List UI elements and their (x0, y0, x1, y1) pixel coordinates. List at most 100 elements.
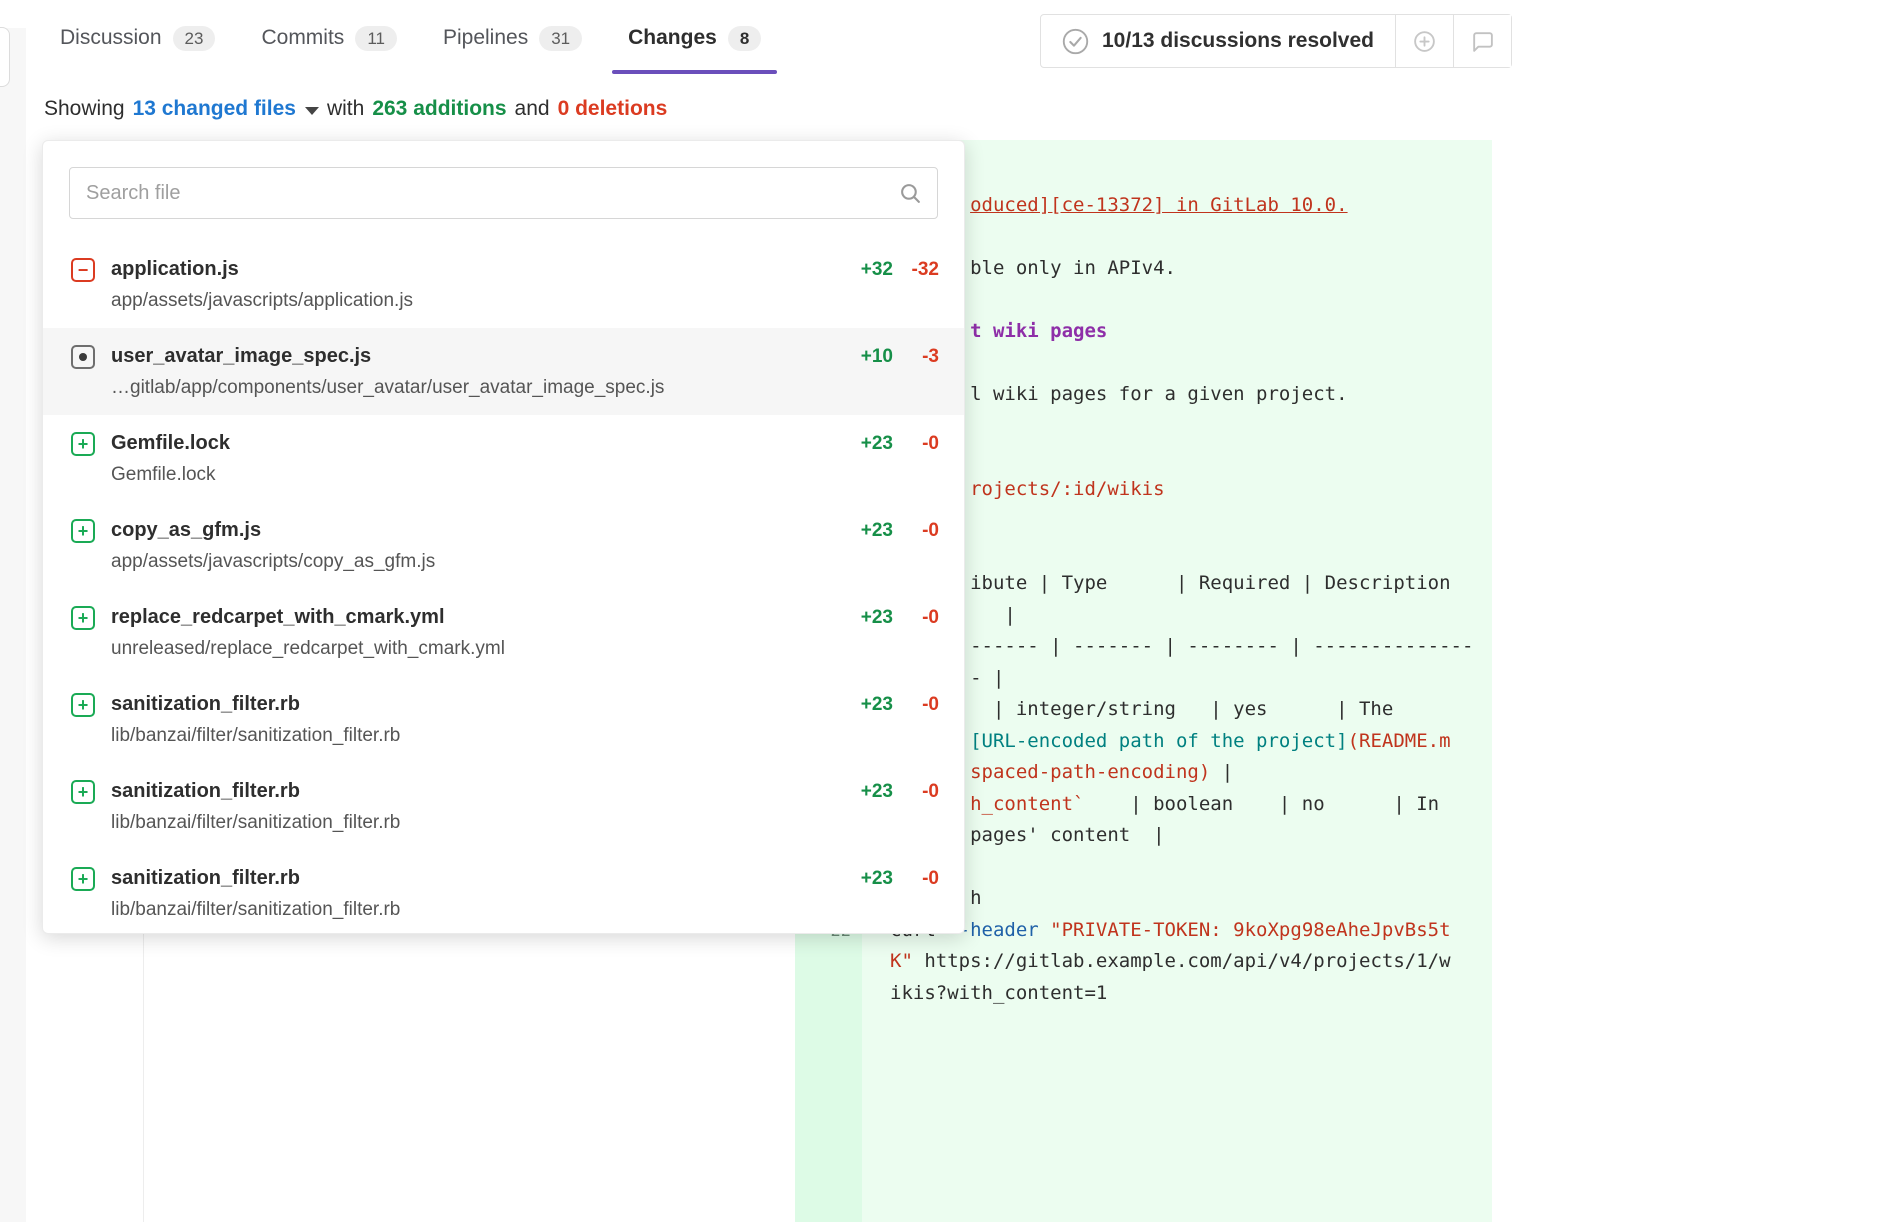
file-info: user_avatar_image_spec.js …gitlab/app/co… (111, 343, 837, 399)
search-file-input[interactable] (69, 167, 938, 219)
deletions-total: 0 deletions (558, 97, 668, 121)
file-stats: +23 -0 (837, 694, 939, 716)
tab-discussion[interactable]: Discussion 23 (44, 0, 231, 76)
file-row[interactable]: replace_redcarpet_with_cmark.yml unrelea… (43, 589, 964, 676)
tab-label: Changes (628, 26, 717, 50)
file-row[interactable]: sanitization_filter.rb lib/banzai/filter… (43, 850, 964, 934)
deletions-count: -0 (893, 433, 939, 455)
file-row[interactable]: Gemfile.lock Gemfile.lock +23 -0 (43, 415, 964, 502)
file-name: user_avatar_image_spec.js (111, 343, 837, 369)
resolved-count-text: 10/13 discussions resolved (1102, 29, 1374, 53)
additions-count: +23 (837, 433, 893, 455)
chevron-down-icon (305, 107, 319, 115)
changed-files-list: application.js app/assets/javascripts/ap… (43, 241, 964, 934)
discussions-status-bar: 10/13 discussions resolved (1040, 14, 1512, 68)
tab-count-badge: 11 (355, 26, 397, 51)
file-dot-icon (71, 345, 95, 369)
deletions-count: -32 (893, 259, 939, 281)
deletions-count: -0 (893, 868, 939, 890)
changed-files-link-text: 13 changed files (133, 97, 296, 121)
resolve-in-new-issue-button[interactable] (1395, 15, 1453, 67)
file-path: lib/banzai/filter/sanitization_filter.rb (111, 811, 837, 834)
file-row[interactable]: user_avatar_image_spec.js …gitlab/app/co… (43, 328, 964, 415)
tab-changes[interactable]: Changes 8 (612, 0, 777, 76)
file-minus-icon (71, 258, 95, 282)
changed-files-dropdown: application.js app/assets/javascripts/ap… (42, 140, 965, 934)
file-info: replace_redcarpet_with_cmark.yml unrelea… (111, 604, 837, 660)
discussions-resolved-status: 10/13 discussions resolved (1041, 15, 1395, 67)
deletions-count: -0 (893, 781, 939, 803)
toggle-comments-button[interactable] (1453, 15, 1511, 67)
file-search (69, 167, 938, 219)
file-stats: +32 -32 (837, 259, 939, 281)
deletions-count: -0 (893, 607, 939, 629)
new-issue-icon (1412, 29, 1437, 54)
additions-count: +10 (837, 346, 893, 368)
merge-request-changes-page: Discussion 23 Commits 11 Pipelines 31 Ch… (0, 0, 1900, 1222)
check-circle-icon (1062, 28, 1089, 55)
file-path: unreleased/replace_redcarpet_with_cmark.… (111, 637, 837, 660)
additions-count: +23 (837, 781, 893, 803)
additions-count: +23 (837, 868, 893, 890)
file-row[interactable]: copy_as_gfm.js app/assets/javascripts/co… (43, 502, 964, 589)
file-row[interactable]: application.js app/assets/javascripts/ap… (43, 241, 964, 328)
file-row[interactable]: sanitization_filter.rb lib/banzai/filter… (43, 676, 964, 763)
deletions-count: -0 (893, 520, 939, 542)
tab-count-badge: 8 (728, 26, 761, 51)
additions-count: +23 (837, 694, 893, 716)
comment-icon (1470, 29, 1495, 54)
file-info: application.js app/assets/javascripts/ap… (111, 256, 837, 312)
additions-count: +32 (837, 259, 893, 281)
file-stats: +23 -0 (837, 433, 939, 455)
file-row[interactable]: sanitization_filter.rb lib/banzai/filter… (43, 763, 964, 850)
tab-label: Pipelines (443, 26, 528, 50)
file-name: Gemfile.lock (111, 430, 837, 456)
file-plus-icon (71, 867, 95, 891)
file-plus-icon (71, 693, 95, 717)
additions-count: +23 (837, 520, 893, 542)
file-info: sanitization_filter.rb lib/banzai/filter… (111, 865, 837, 921)
file-name: application.js (111, 256, 837, 282)
file-path: lib/banzai/filter/sanitization_filter.rb (111, 724, 837, 747)
tab-label: Discussion (60, 26, 162, 50)
summary-and-label: and (515, 97, 550, 121)
file-plus-icon (71, 780, 95, 804)
file-info: sanitization_filter.rb lib/banzai/filter… (111, 778, 837, 834)
tab-commits[interactable]: Commits 11 (245, 0, 413, 76)
file-stats: +23 -0 (837, 607, 939, 629)
file-info: sanitization_filter.rb lib/banzai/filter… (111, 691, 837, 747)
summary-with-label: with (327, 97, 364, 121)
deletions-count: -3 (893, 346, 939, 368)
left-edge-panel (0, 28, 26, 1222)
file-plus-icon (71, 606, 95, 630)
tab-pipelines[interactable]: Pipelines 31 (427, 0, 598, 76)
file-name: sanitization_filter.rb (111, 778, 837, 804)
file-plus-icon (71, 432, 95, 456)
file-path: …gitlab/app/components/user_avatar/user_… (111, 376, 837, 399)
search-icon (899, 182, 922, 205)
diff-code: oduced][ce-13372] in GitLab 10.0. ble on… (890, 190, 1473, 1009)
file-name: sanitization_filter.rb (111, 691, 837, 717)
changed-files-dropdown-toggle[interactable]: 13 changed files (133, 97, 319, 121)
file-stats: +10 -3 (837, 346, 939, 368)
mr-tabs: Discussion 23 Commits 11 Pipelines 31 Ch… (44, 0, 777, 76)
file-path: app/assets/javascripts/copy_as_gfm.js (111, 550, 837, 573)
tab-count-badge: 31 (539, 26, 582, 51)
file-name: sanitization_filter.rb (111, 865, 837, 891)
tab-label: Commits (261, 26, 344, 50)
file-info: copy_as_gfm.js app/assets/javascripts/co… (111, 517, 837, 573)
file-path: Gemfile.lock (111, 463, 837, 486)
tab-count-badge: 23 (173, 26, 216, 51)
file-name: replace_redcarpet_with_cmark.yml (111, 604, 837, 630)
file-stats: +23 -0 (837, 868, 939, 890)
additions-count: +23 (837, 607, 893, 629)
additions-total: 263 additions (372, 97, 506, 121)
file-path: app/assets/javascripts/application.js (111, 289, 837, 312)
diff-summary: Showing 13 changed files with 263 additi… (44, 97, 667, 121)
file-path: lib/banzai/filter/sanitization_filter.rb (111, 898, 837, 921)
summary-showing-label: Showing (44, 97, 125, 121)
file-stats: +23 -0 (837, 781, 939, 803)
file-plus-icon (71, 519, 95, 543)
file-stats: +23 -0 (837, 520, 939, 542)
deletions-count: -0 (893, 694, 939, 716)
